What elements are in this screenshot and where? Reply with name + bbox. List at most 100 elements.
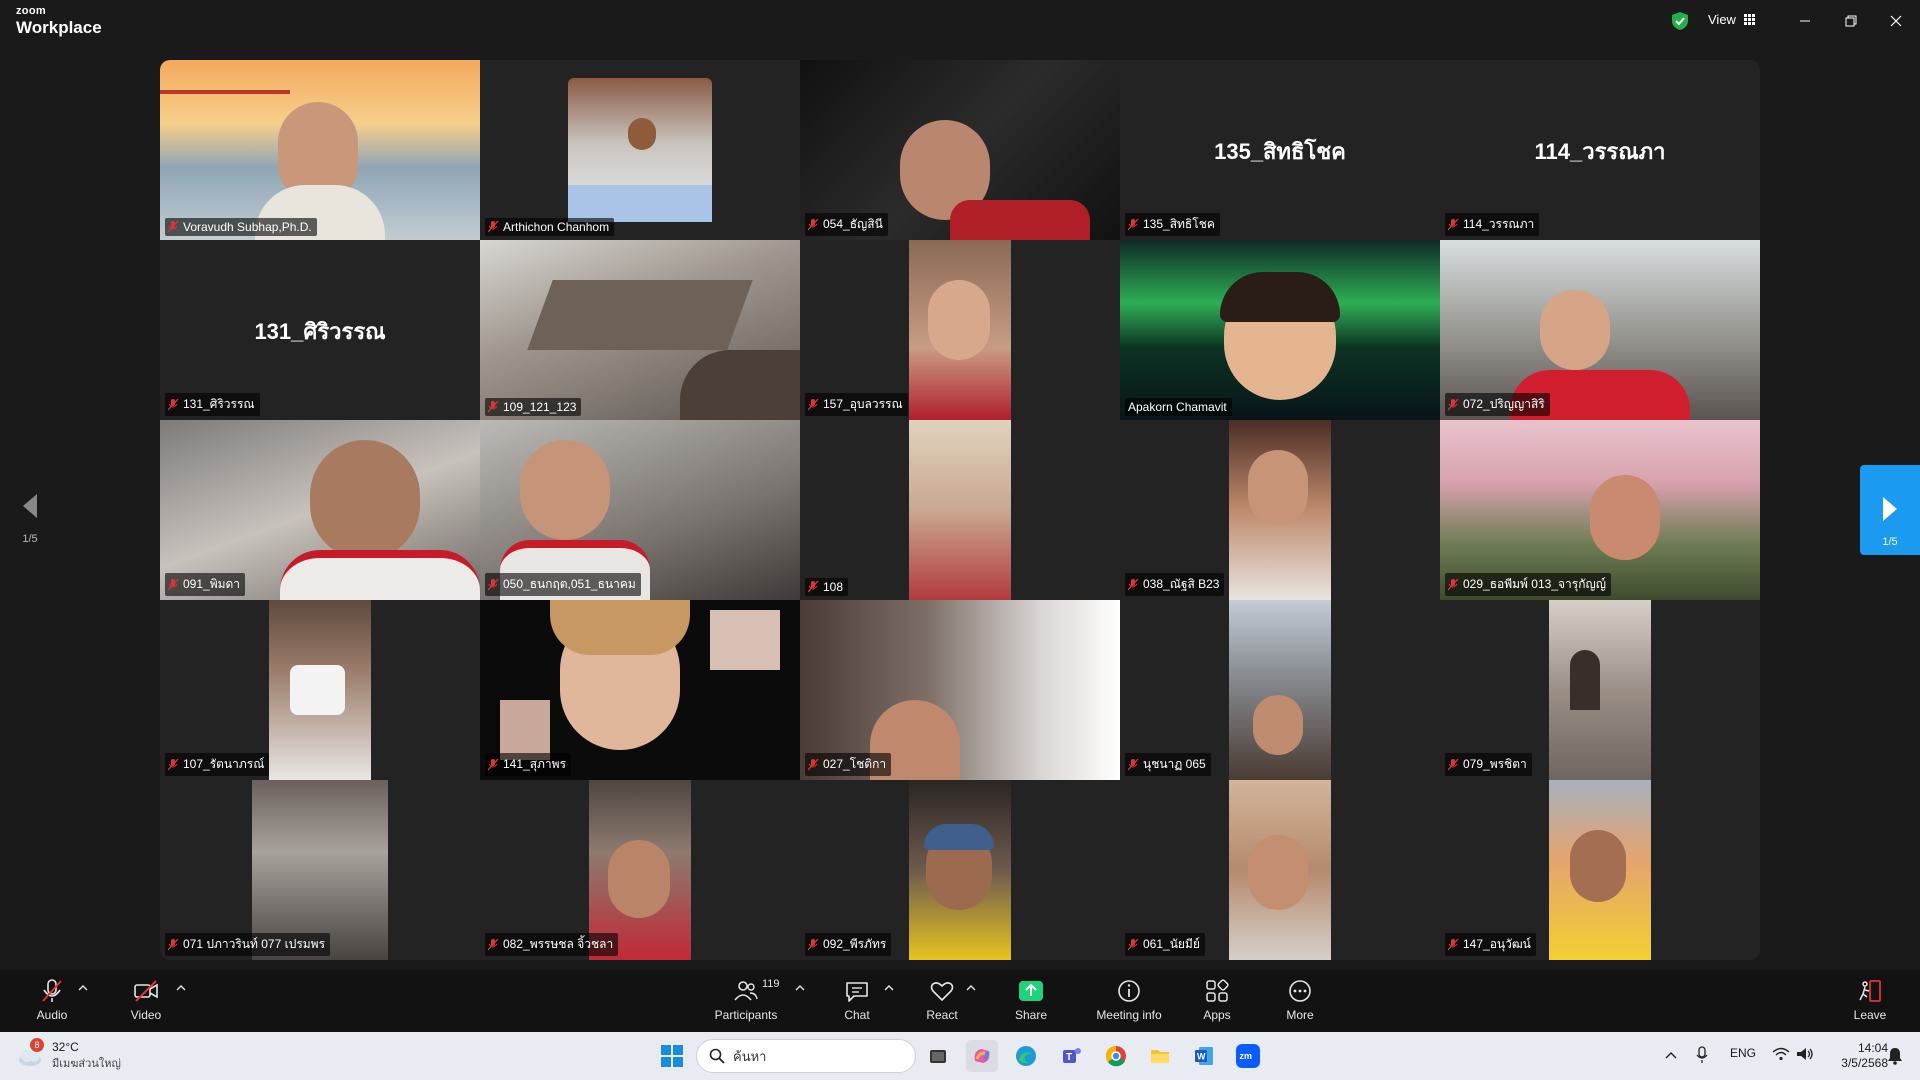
participant-tile[interactable]: 114_วรรณภา 114_วรรณภา: [1440, 60, 1760, 240]
system-clock[interactable]: 14:04 3/5/2568: [1824, 1041, 1888, 1071]
file-explorer-app[interactable]: [1144, 1040, 1176, 1072]
title-bar: zoom Workplace View: [0, 0, 1920, 45]
participant-tile[interactable]: 029_ธอพีมพ์ 013_จารุกัญญ์: [1440, 420, 1760, 600]
person-face: [1590, 475, 1660, 560]
next-page-button[interactable]: 1/5: [1860, 465, 1920, 555]
video-options-caret-icon[interactable]: [176, 984, 186, 992]
participant-tile[interactable]: นุชนาฏ 065: [1120, 600, 1440, 780]
react-options-caret-icon[interactable]: [966, 984, 976, 992]
apps-icon: [1206, 979, 1229, 1002]
participant-tile[interactable]: 050_ธนกฤต,051_ธนาคม: [480, 420, 800, 600]
view-button[interactable]: View: [1708, 12, 1755, 27]
share-button[interactable]: Share: [1013, 978, 1049, 1022]
participant-tile[interactable]: 131_ศิริวรรณ 131_ศิริวรรณ: [160, 240, 480, 420]
participant-name-label: 029_ธอพีมพ์ 013_จารุกัญญ์: [1445, 573, 1611, 596]
zoom-icon: zm: [1236, 1044, 1260, 1068]
apps-button[interactable]: Apps: [1200, 978, 1234, 1022]
muted-microphone-icon: [42, 979, 62, 1002]
participant-name-label: 079_พรชิตา: [1445, 753, 1532, 776]
person-face: [1540, 290, 1610, 370]
zoom-workplace-logo: zoom Workplace: [16, 6, 102, 37]
clock-time: 14:04: [1857, 1041, 1888, 1055]
video-button[interactable]: Video: [128, 978, 164, 1022]
microphone-tray-icon[interactable]: [1696, 1046, 1708, 1064]
clock-date: 3/5/2568: [1841, 1056, 1888, 1070]
taskbar-search-box[interactable]: ค้นหา: [696, 1039, 916, 1073]
participant-tile[interactable]: 135_สิทธิโชค 135_สิทธิโชค: [1120, 60, 1440, 240]
participant-tile[interactable]: 147_อนุวัฒน์: [1440, 780, 1760, 960]
muted-mic-icon: [168, 578, 179, 590]
teams-app[interactable]: T: [1056, 1040, 1088, 1072]
participant-tile-active-speaker[interactable]: Apakorn Chamavit: [1120, 240, 1440, 420]
participant-tile[interactable]: 082_พรรษชล จิ้วชลา: [480, 780, 800, 960]
participant-tile[interactable]: 141_สุภาพร: [480, 600, 800, 780]
show-hidden-icons-chevron-icon[interactable]: [1665, 1050, 1677, 1060]
person-face: [1253, 695, 1303, 755]
person-face: [628, 118, 656, 150]
muted-mic-icon: [808, 581, 819, 593]
chat-options-caret-icon[interactable]: [884, 984, 894, 992]
more-button[interactable]: More: [1284, 978, 1316, 1022]
participant-tile[interactable]: 109_121_123: [480, 240, 800, 420]
participant-name-label: 091_พิมดา: [165, 573, 246, 596]
participant-tile[interactable]: 091_พิมดา: [160, 420, 480, 600]
muted-mic-icon: [1128, 218, 1139, 230]
sticker-photo: [710, 610, 780, 670]
participant-tile[interactable]: 072_ปริญญาสิริ: [1440, 240, 1760, 420]
video-gallery: Voravudh Subhap,Ph.D. Arthichon Chanhom …: [160, 60, 1760, 960]
participant-display-name: 135_สิทธิโชค: [1214, 139, 1346, 164]
participant-tile[interactable]: 061_นัยมีย์: [1120, 780, 1440, 960]
person-face: [310, 440, 420, 560]
copilot-app[interactable]: [966, 1040, 998, 1072]
encryption-shield-icon[interactable]: [1671, 11, 1689, 31]
participants-count: 119: [762, 978, 780, 990]
video-feed: [1549, 600, 1651, 780]
participant-tile[interactable]: 108: [800, 420, 1120, 600]
weather-widget[interactable]: 8 32°C มีเมฆส่วนใหญ่: [16, 1038, 121, 1072]
muted-mic-icon: [808, 758, 819, 770]
participant-tile[interactable]: 071 ปภาวรินท์ 077 เปรมพร: [160, 780, 480, 960]
participant-tile[interactable]: 092_พีรภัทร: [800, 780, 1120, 960]
previous-page-button[interactable]: 1/5: [18, 492, 42, 545]
svg-text:T: T: [1066, 1052, 1072, 1063]
restore-button[interactable]: [1829, 6, 1873, 36]
participant-tile[interactable]: 038_ณัฐสิ B23: [1120, 420, 1440, 600]
participants-options-caret-icon[interactable]: [795, 984, 805, 992]
wifi-icon[interactable]: [1772, 1047, 1790, 1061]
participant-tile[interactable]: 079_พรชิตา: [1440, 600, 1760, 780]
task-view-button[interactable]: [922, 1040, 954, 1072]
participant-tile[interactable]: 107_รัตนาภรณ์: [160, 600, 480, 780]
participant-tile[interactable]: 027_โชติกา: [800, 600, 1120, 780]
participant-name-label: 131_ศิริวรรณ: [165, 393, 260, 416]
leave-button[interactable]: Leave: [1852, 978, 1888, 1022]
participant-tile[interactable]: Voravudh Subhap,Ph.D.: [160, 60, 480, 240]
minimize-button[interactable]: [1783, 6, 1827, 36]
volume-icon[interactable]: [1796, 1047, 1814, 1061]
participant-tile[interactable]: 054_ธัญสินี: [800, 60, 1120, 240]
table-cloth: [568, 185, 712, 222]
chevron-right-icon: [1883, 497, 1897, 521]
windows-start-button[interactable]: [656, 1040, 688, 1072]
teams-icon: T: [1063, 1048, 1081, 1063]
participant-tile[interactable]: 157_อุบลวรรณ: [800, 240, 1120, 420]
audio-button[interactable]: Audio: [34, 978, 70, 1022]
chrome-app[interactable]: [1100, 1040, 1132, 1072]
muted-mic-icon: [488, 758, 499, 770]
participant-tile[interactable]: Arthichon Chanhom: [480, 60, 800, 240]
audio-options-caret-icon[interactable]: [78, 984, 88, 992]
participant-name-label: 082_พรรษชล จิ้วชลา: [485, 933, 619, 956]
person-face: [278, 102, 358, 197]
close-button[interactable]: [1874, 6, 1918, 36]
language-indicator[interactable]: ENG: [1730, 1046, 1756, 1060]
muted-mic-icon: [488, 578, 499, 590]
word-app[interactable]: W: [1188, 1040, 1220, 1072]
notification-bell-icon[interactable]: [1887, 1047, 1903, 1065]
person-face: [1248, 835, 1308, 910]
meeting-info-button[interactable]: Meeting info: [1093, 978, 1165, 1022]
chat-button[interactable]: Chat: [840, 978, 874, 1022]
edge-app[interactable]: [1010, 1040, 1042, 1072]
heart-icon: [930, 982, 954, 1001]
zoom-app[interactable]: zm: [1232, 1040, 1264, 1072]
participant-name-label: 108: [805, 578, 849, 596]
react-button[interactable]: React: [924, 978, 960, 1022]
